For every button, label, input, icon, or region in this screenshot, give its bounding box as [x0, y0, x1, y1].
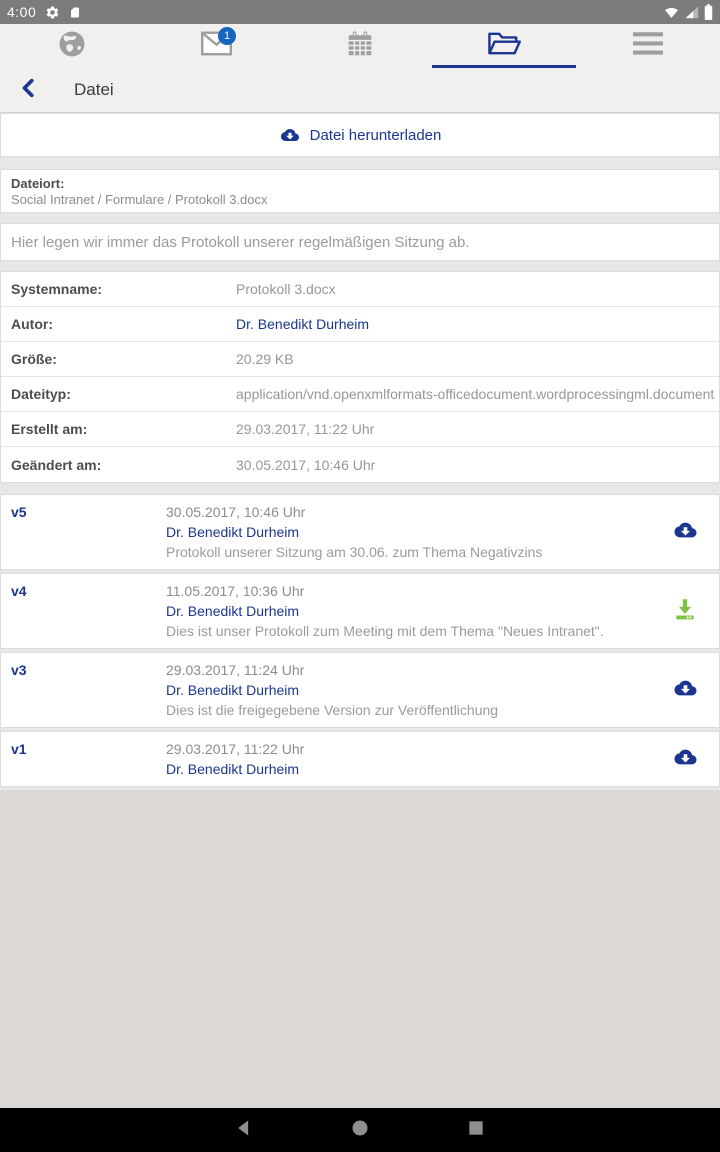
wifi-icon	[663, 5, 680, 20]
download-done-icon	[672, 596, 698, 627]
tab-menu[interactable]	[576, 24, 720, 68]
table-row: Erstellt am: 29.03.2017, 11:22 Uhr	[1, 412, 719, 447]
file-location-label: Dateiort:	[11, 176, 65, 191]
version-download-button[interactable]	[651, 660, 719, 720]
table-row: Größe: 20.29 KB	[1, 342, 719, 377]
detail-value: 30.05.2017, 10:46 Uhr	[236, 456, 376, 473]
version-id: v1	[11, 741, 27, 757]
nav-back-button[interactable]	[224, 1110, 264, 1150]
version-author-link[interactable]: Dr. Benedikt Durheim	[166, 759, 651, 779]
detail-value: Protokoll 3.docx	[236, 281, 336, 297]
version-download-button[interactable]	[651, 502, 719, 562]
gear-icon	[45, 5, 60, 20]
mail-unread-badge: 1	[218, 27, 236, 45]
table-row: Systemname: Protokoll 3.docx	[1, 272, 719, 307]
cloud-download-icon	[672, 519, 699, 546]
tab-calendar[interactable]	[288, 24, 432, 68]
tab-globe[interactable]	[0, 24, 144, 68]
detail-value: 20.29 KB	[236, 351, 294, 367]
version-id: v3	[11, 662, 27, 678]
version-row: v3 29.03.2017, 11:24 Uhr Dr. Benedikt Du…	[0, 652, 720, 728]
detail-label: Geändert am:	[11, 456, 102, 473]
back-button[interactable]	[0, 68, 58, 112]
android-nav-bar	[0, 1108, 720, 1152]
file-details-table: Systemname: Protokoll 3.docx Autor: Dr. …	[0, 271, 720, 483]
detail-label: Autor:	[11, 316, 53, 332]
tab-mail[interactable]: 1	[144, 24, 288, 68]
version-author-link[interactable]: Dr. Benedikt Durheim	[166, 601, 651, 621]
version-date: 30.05.2017, 10:46 Uhr	[166, 504, 306, 520]
cloud-download-icon	[672, 746, 699, 773]
battery-icon	[704, 3, 713, 21]
detail-label: Dateityp:	[11, 386, 71, 402]
status-time: 4:00	[7, 4, 37, 20]
version-download-button[interactable]	[651, 739, 719, 779]
file-description-card: Hier legen wir immer das Protokoll unser…	[0, 223, 720, 261]
detail-value: 29.03.2017, 11:22 Uhr	[236, 421, 375, 437]
nav-home-icon	[350, 1118, 370, 1143]
cellular-signal-icon	[684, 5, 700, 20]
nav-recents-icon	[466, 1118, 486, 1143]
app-screen: 4:00 1 Datei Datei herunterladen Dateior…	[0, 0, 720, 1152]
version-id: v5	[11, 504, 27, 520]
table-row: Dateityp: application/vnd.openxmlformats…	[1, 377, 719, 412]
version-date: 29.03.2017, 11:24 Uhr	[166, 662, 305, 678]
empty-background	[0, 790, 720, 1108]
folder-open-icon	[487, 30, 521, 62]
cloud-download-icon	[672, 677, 699, 704]
version-row: v1 29.03.2017, 11:22 Uhr Dr. Benedikt Du…	[0, 731, 720, 787]
version-date: 11.05.2017, 10:36 Uhr	[166, 583, 305, 599]
version-author-link[interactable]: Dr. Benedikt Durheim	[166, 680, 651, 700]
main-tab-bar: 1	[0, 24, 720, 68]
detail-value: Dr. Benedikt Durheim	[236, 316, 370, 332]
calendar-icon	[345, 29, 375, 64]
detail-label: Erstellt am:	[11, 421, 88, 437]
detail-label: Größe:	[11, 351, 57, 367]
page-header: Datei	[0, 68, 720, 113]
file-location-card: Dateiort: Social Intranet / Formulare / …	[0, 169, 720, 213]
table-row: Autor: Dr. Benedikt Durheim	[1, 307, 719, 342]
page-title: Datei	[74, 80, 114, 99]
version-id: v4	[11, 583, 27, 599]
version-comment: Protokoll unserer Sitzung am 30.06. zum …	[166, 544, 543, 560]
download-file-button[interactable]: Datei herunterladen	[0, 113, 720, 157]
chevron-left-icon	[18, 77, 40, 104]
version-list: v5 30.05.2017, 10:46 Uhr Dr. Benedikt Du…	[0, 494, 720, 790]
version-row: v5 30.05.2017, 10:46 Uhr Dr. Benedikt Du…	[0, 494, 720, 570]
android-status-bar: 4:00	[0, 0, 720, 24]
file-description: Hier legen wir immer das Protokoll unser…	[11, 233, 470, 251]
globe-icon	[57, 29, 87, 64]
tab-files[interactable]	[432, 24, 576, 68]
menu-icon	[633, 32, 663, 60]
download-file-label: Datei herunterladen	[309, 126, 442, 144]
cloud-download-icon	[279, 126, 301, 144]
version-date: 29.03.2017, 11:22 Uhr	[166, 741, 305, 757]
detail-label: Systemname:	[11, 281, 103, 297]
detail-value: application/vnd.openxmlformats-officedoc…	[236, 386, 715, 402]
version-row: v4 11.05.2017, 10:36 Uhr Dr. Benedikt Du…	[0, 573, 720, 649]
table-row: Geändert am: 30.05.2017, 10:46 Uhr	[1, 447, 719, 482]
nav-home-button[interactable]	[340, 1110, 380, 1150]
version-download-button[interactable]	[651, 581, 719, 641]
nav-back-icon	[234, 1118, 254, 1143]
nav-recents-button[interactable]	[456, 1110, 496, 1150]
version-author-link[interactable]: Dr. Benedikt Durheim	[166, 522, 651, 542]
sd-card-icon	[69, 5, 81, 20]
breadcrumb: Social Intranet / Formulare / Protokoll …	[11, 192, 268, 207]
version-comment: Dies ist unser Protokoll zum Meeting mit…	[166, 623, 604, 639]
version-comment: Dies ist die freigegebene Version zur Ve…	[166, 702, 499, 718]
